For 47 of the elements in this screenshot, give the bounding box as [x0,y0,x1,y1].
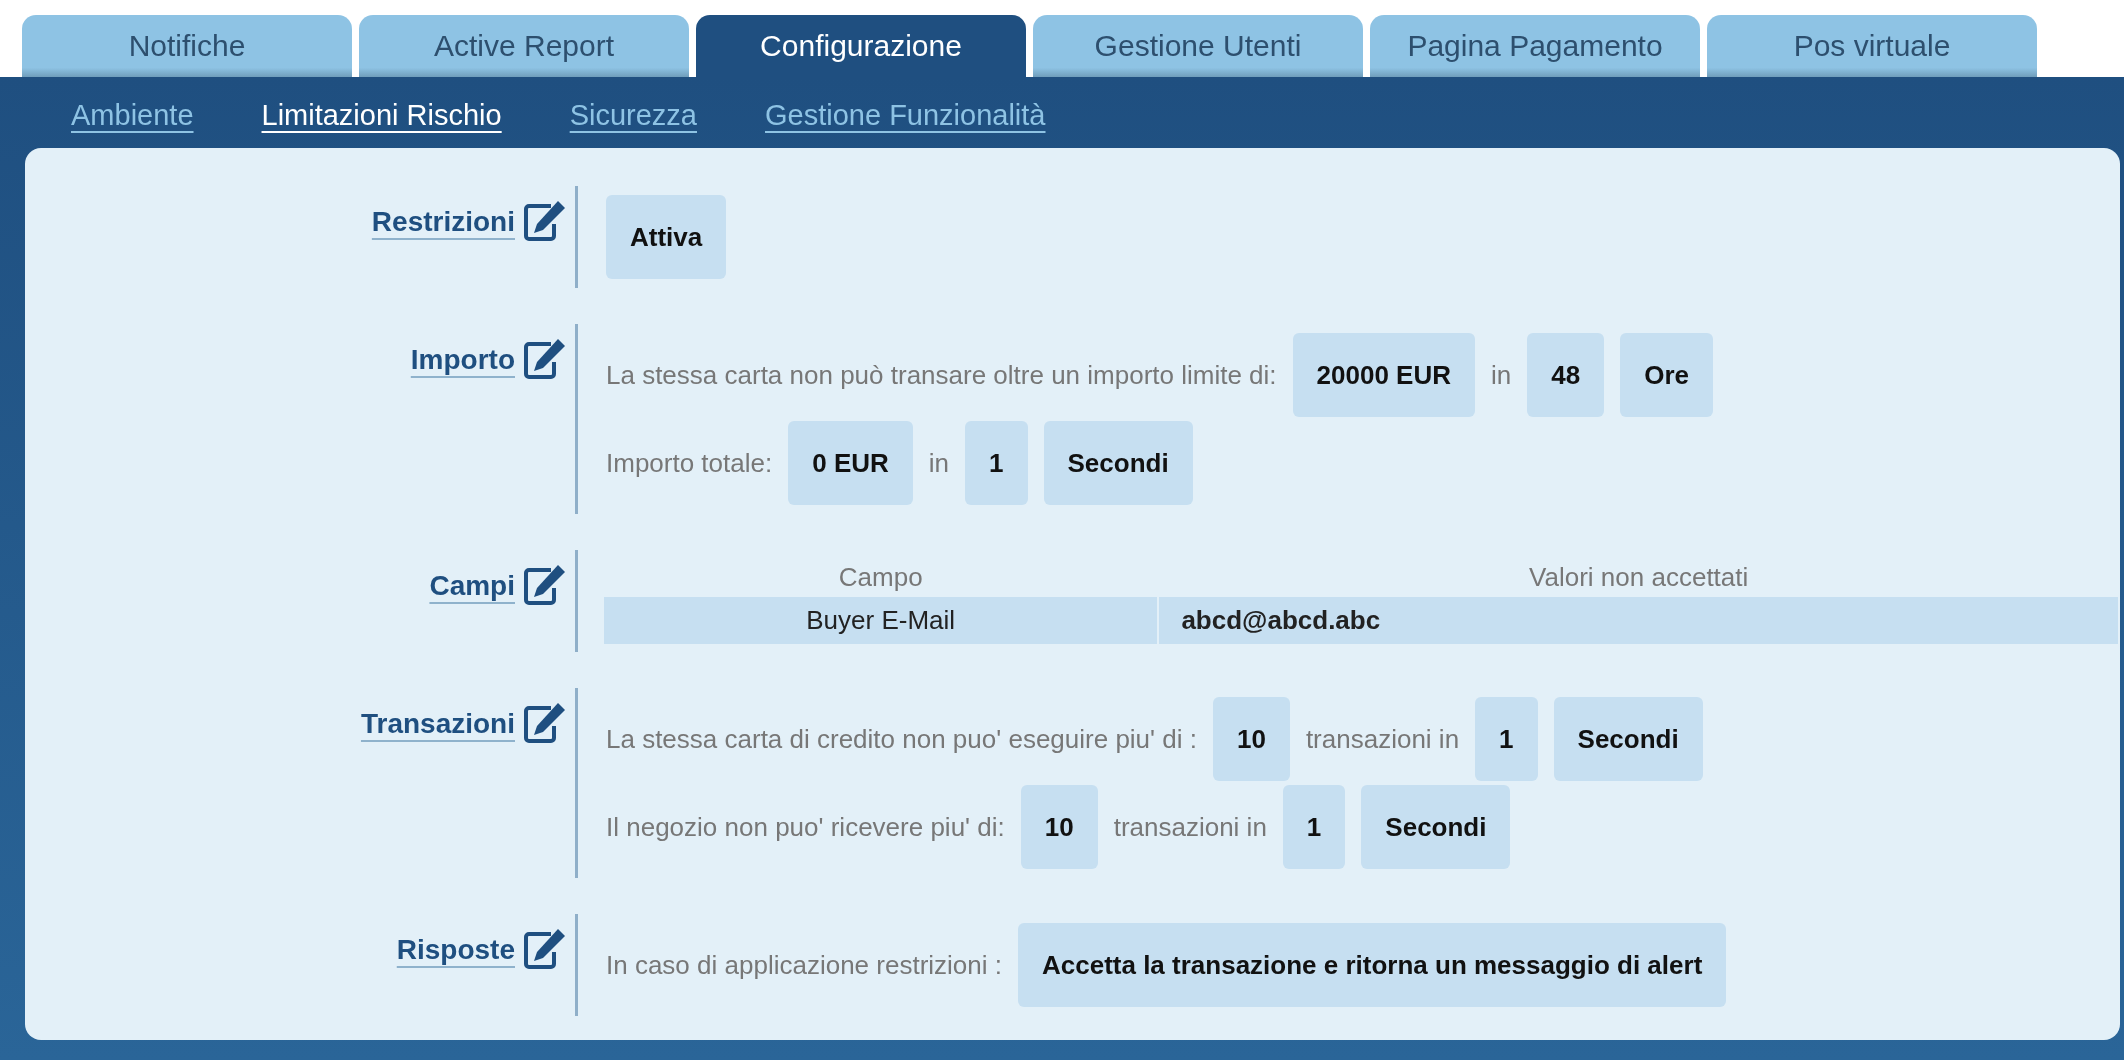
setting-value: Ore [1620,333,1713,417]
edit-icon[interactable] [521,700,567,746]
section-link[interactable]: Importo [410,344,515,376]
tab[interactable]: Pagina Pagamento [1370,15,1700,77]
setting-value: Secondi [1361,785,1511,869]
tab[interactable]: Active Report [359,15,689,77]
tab[interactable]: Notifiche [22,15,352,77]
setting-value: Accetta la transazione e ritorna un messaggio di alert [1018,923,1727,1007]
table-cell: abcd@abcd.abc [1159,597,2118,644]
section-link[interactable]: Transazioni [360,708,515,740]
tab[interactable]: Gestione Utenti [1033,15,1363,77]
edit-icon[interactable] [521,926,567,972]
section-link[interactable]: Campi [429,570,515,602]
table-cell: Buyer E-Mail [604,597,1158,644]
setting-text: in [1491,359,1512,391]
setting-value: 1 [1475,697,1538,781]
setting-text: in [928,447,950,479]
setting-value: 0 EUR [788,421,913,505]
setting-text: Importo totale: [606,447,773,479]
setting-text: In caso di applicazione restrizioni : [606,949,1002,981]
setting-value: 10 [1020,785,1098,869]
edit-icon[interactable] [521,562,567,608]
edit-icon[interactable] [521,198,567,244]
setting-value: Secondi [1553,697,1703,781]
setting-text: transazioni in [1305,723,1460,755]
subnav-link[interactable]: Ambiente [71,99,194,133]
setting-value: Secondi [1043,421,1193,505]
tab[interactable]: Pos virtuale [1707,15,2037,77]
setting-value: 48 [1527,333,1605,417]
setting-text: transazioni in [1113,811,1267,843]
section-link[interactable]: Restrizioni [371,206,515,238]
section-link[interactable]: Risposte [396,934,515,966]
subnav-link[interactable]: Limitazioni Rischio [261,99,502,133]
setting-value: 1 [1282,785,1346,869]
setting-value: 20000 EUR [1292,333,1475,417]
setting-value: 1 [965,421,1028,505]
column-header: Valori non accettati [1528,561,1750,594]
column-header: Campo [837,561,924,594]
subnav-link[interactable]: Gestione Funzionalità [765,99,1046,133]
setting-value: 10 [1212,697,1290,781]
edit-icon[interactable] [521,336,567,382]
subnav-link[interactable]: Sicurezza [569,99,697,133]
setting-value: Attiva [606,195,727,279]
tab[interactable]: Configurazione [696,15,1026,77]
setting-text: Il negozio non puo' ricevere piu' di: [606,811,1005,843]
setting-text: La stessa carta non può transare oltre un importo limite di: [606,359,1277,391]
setting-text: La stessa carta di credito non puo' eseguire piu' di : [606,723,1197,755]
